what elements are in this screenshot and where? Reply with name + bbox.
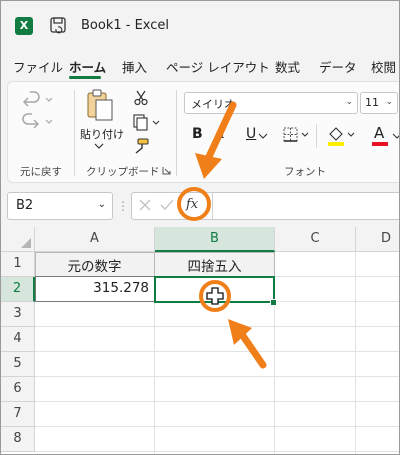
font-color-button[interactable]: A [372, 124, 399, 148]
font-color-swatch [372, 142, 388, 146]
formula-separator [212, 193, 213, 219]
font-name-select[interactable]: メイリオ ⌄ [184, 92, 358, 114]
paste-icon[interactable] [84, 88, 116, 124]
active-tab-indicator [69, 76, 101, 79]
formula-input-area: fx [131, 192, 399, 220]
chevron-down-icon [392, 133, 399, 139]
highlight-swatch [328, 142, 344, 146]
name-box[interactable]: B2 ⌄ [7, 192, 113, 220]
tab-page-layout[interactable]: ページ レイアウト [166, 57, 270, 76]
tab-review[interactable]: 校閲 [371, 57, 396, 76]
column-header-b[interactable]: B [155, 227, 275, 252]
tab-home[interactable]: ホーム [69, 57, 106, 76]
select-all-triangle-icon [21, 238, 31, 248]
chevron-down-icon: ⌄ [385, 97, 393, 107]
formula-bar: B2 ⌄ ⋮ fx [1, 187, 399, 223]
row-header-7[interactable]: 7 [1, 402, 35, 427]
gridline [355, 252, 356, 454]
underline-button[interactable]: U [246, 126, 256, 142]
row-header-1[interactable]: 1 [1, 252, 35, 277]
chevron-down-icon: ⌄ [97, 199, 106, 210]
enter-check-icon[interactable] [160, 199, 174, 211]
ribbon: 元に戻す 貼り付け クリップボード メイリオ ⌄ 11 ⌄ B I U A フォ… [7, 81, 399, 183]
gridline [35, 376, 399, 377]
tab-formulas[interactable]: 数式 [275, 57, 300, 76]
ribbon-tabs: ファイル ホーム 挿入 ページ レイアウト 数式 データ 校閲 [1, 53, 399, 79]
window-title: Book1 - Excel [81, 18, 170, 33]
column-header-a[interactable]: A [35, 227, 155, 252]
ribbon-separator [316, 124, 317, 148]
font-size-select[interactable]: 11 ⌄ [360, 92, 398, 114]
undo-group-label: 元に戻す [20, 166, 62, 178]
column-header-c[interactable]: C [275, 227, 356, 252]
gridline [35, 401, 399, 402]
dialog-launcher-icon[interactable] [162, 166, 171, 175]
borders-icon[interactable] [282, 126, 314, 144]
formula-bar-grip-icon[interactable]: ⋮ [117, 199, 129, 213]
excel-window: X Book1 - Excel ファイル ホーム 挿入 ページ レイアウト 数式… [0, 0, 400, 455]
cell-a2[interactable]: 315.278 [35, 280, 149, 296]
bold-button[interactable]: B [192, 126, 203, 142]
cell-a1[interactable]: 元の数字 [35, 255, 154, 275]
active-cell-b2[interactable] [154, 276, 275, 303]
worksheet-grid: A B C D 1 2 3 4 5 6 7 8 元の数字 四捨五入 315.27… [1, 227, 399, 454]
font-group-label: フォント [284, 166, 326, 178]
row-header-5[interactable]: 5 [1, 352, 35, 377]
format-painter-icon[interactable] [132, 138, 150, 154]
cancel-icon[interactable] [138, 198, 152, 212]
tab-insert[interactable]: 挿入 [122, 57, 147, 76]
cut-icon[interactable] [134, 90, 148, 106]
chevron-down-icon[interactable] [258, 132, 268, 140]
gridline [35, 326, 399, 327]
autosave-icon[interactable] [49, 16, 67, 34]
paste-button-label[interactable]: 貼り付け [80, 126, 124, 142]
column-header-d[interactable]: D [356, 227, 399, 252]
name-box-value: B2 [16, 198, 34, 213]
redo-icon[interactable] [22, 112, 56, 132]
gridline [35, 426, 399, 427]
excel-logo-icon: X [15, 17, 33, 35]
fill-handle[interactable] [270, 299, 277, 306]
row-header-4[interactable]: 4 [1, 327, 35, 352]
ribbon-separator [74, 90, 75, 176]
italic-button[interactable]: I [220, 126, 226, 142]
font-color-glyph: A [374, 124, 385, 142]
font-name-value: メイリオ [191, 98, 235, 111]
row-header-2[interactable]: 2 [1, 277, 35, 302]
tab-data[interactable]: データ [319, 57, 357, 76]
cell-b1[interactable]: 四捨五入 [155, 255, 274, 275]
title-bar: X Book1 - Excel [1, 1, 399, 49]
insert-function-button[interactable]: fx [186, 197, 198, 212]
clipboard-group-label: クリップボード [86, 166, 160, 178]
gridline [35, 451, 399, 452]
ribbon-separator [176, 90, 177, 176]
gridline [35, 351, 399, 352]
select-all-corner[interactable] [1, 227, 35, 252]
tab-file[interactable]: ファイル [13, 57, 63, 76]
row-header-8[interactable]: 8 [1, 427, 35, 452]
row-header-6[interactable]: 6 [1, 377, 35, 402]
chevron-down-icon: ⌄ [345, 97, 353, 107]
copy-icon[interactable] [132, 114, 162, 132]
chevron-down-icon[interactable] [94, 142, 104, 150]
row-header-3[interactable]: 3 [1, 302, 35, 327]
fill-color-icon[interactable] [326, 124, 358, 148]
undo-icon[interactable] [22, 90, 56, 110]
font-size-value: 11 [365, 96, 379, 109]
